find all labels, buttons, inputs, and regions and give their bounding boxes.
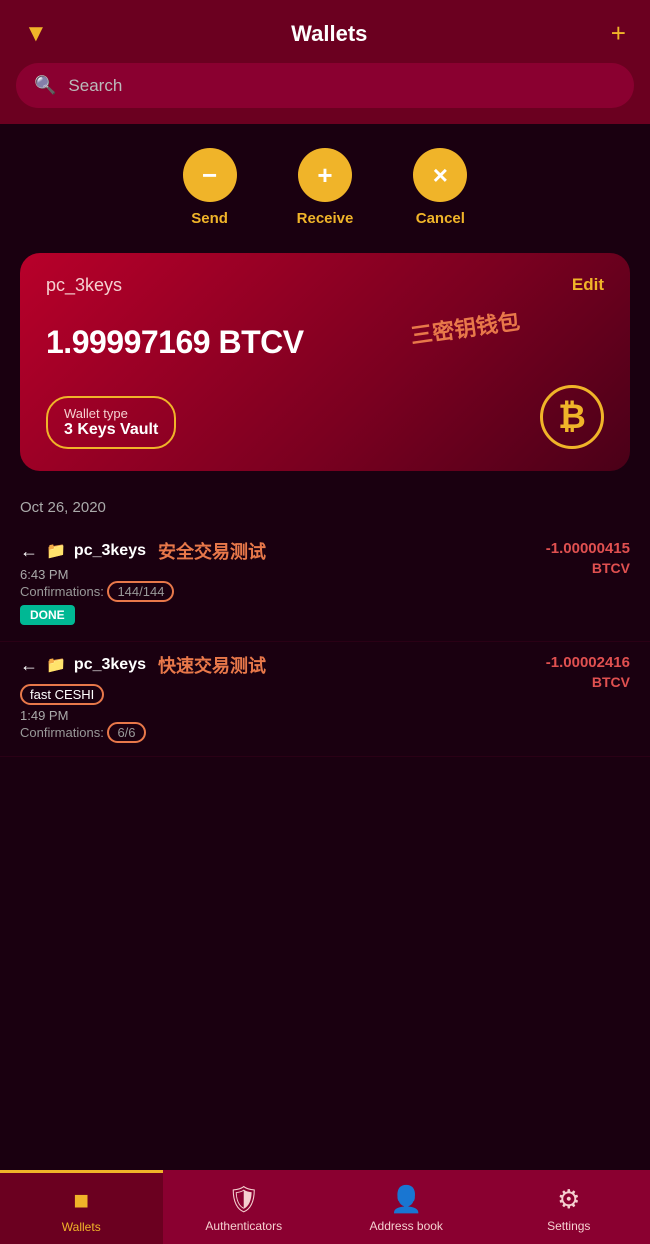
tx-name: pc_3keys: [74, 656, 146, 674]
tx-name-row: ← 📁 pc_3keys 安全交易测试: [20, 538, 266, 564]
tx-wallet-icon: 📁: [46, 541, 66, 561]
send-label: Send: [191, 210, 228, 227]
receive-label: Receive: [297, 210, 354, 227]
wallet-card-footer: Wallet type 3 Keys Vault ₿: [46, 385, 604, 449]
settings-icon: ⚙: [557, 1184, 580, 1215]
nav-item-authenticators[interactable]: 🛡 Authenticators: [163, 1170, 326, 1244]
wallet-card: pc_3keys Edit 1.99997169 BTCV Wallet typ…: [20, 253, 630, 471]
search-icon: 🔍: [34, 75, 56, 96]
wallet-balance: 1.99997169 BTCV: [46, 324, 604, 361]
tx-fast-row: fast CESHI: [20, 682, 266, 705]
add-icon[interactable]: +: [611, 18, 626, 49]
search-input-wrap: 🔍: [16, 63, 634, 108]
transaction-item[interactable]: ← 📁 pc_3keys 快速交易测试 fast CESHI 1:49 PM C…: [0, 642, 650, 757]
send-icon: −: [183, 148, 237, 202]
tx-arrow: ←: [20, 655, 38, 676]
wallet-name: pc_3keys: [46, 275, 122, 296]
tx-left: ← 📁 pc_3keys 快速交易测试 fast CESHI 1:49 PM C…: [20, 652, 266, 740]
send-button[interactable]: − Send: [183, 148, 237, 227]
tx-name-annotation: 快速交易测试: [158, 652, 266, 678]
tx-fast-label: fast CESHI: [20, 684, 104, 705]
tx-amount: -1.00000415 BTCV: [546, 538, 630, 579]
page-title: Wallets: [291, 21, 367, 47]
tx-status-badge: DONE: [20, 605, 75, 625]
filter-icon[interactable]: ▼: [24, 20, 48, 48]
nav-item-settings[interactable]: ⚙ Settings: [488, 1170, 650, 1244]
wallet-card-header: pc_3keys Edit: [46, 275, 604, 296]
search-input[interactable]: [68, 76, 616, 96]
cancel-button[interactable]: × Cancel: [413, 148, 467, 227]
nav-label-address-book: Address book: [370, 1219, 443, 1233]
receive-button[interactable]: + Receive: [297, 148, 354, 227]
cancel-icon: ×: [413, 148, 467, 202]
tx-conf-value: 6/6: [107, 722, 145, 743]
header: ▼ Wallets +: [0, 0, 650, 63]
receive-icon: +: [298, 148, 352, 202]
wallet-type-label: Wallet type: [64, 406, 158, 421]
tx-top: ← 📁 pc_3keys 快速交易测试 fast CESHI 1:49 PM C…: [20, 652, 630, 740]
wallet-type-box: Wallet type 3 Keys Vault: [46, 396, 176, 449]
wallets-icon: ■: [73, 1185, 89, 1216]
nav-item-wallets[interactable]: ■ Wallets: [0, 1170, 163, 1244]
tx-top: ← 📁 pc_3keys 安全交易测试 6:43 PM Confirmation…: [20, 538, 630, 625]
date-header: Oct 26, 2020: [0, 491, 650, 528]
tx-name-annotation: 安全交易测试: [158, 538, 266, 564]
tx-conf-value: 144/144: [107, 581, 174, 602]
authenticators-icon: 🛡: [227, 1184, 260, 1215]
address-book-icon: 👤: [390, 1184, 422, 1215]
tx-name-row: ← 📁 pc_3keys 快速交易测试: [20, 652, 266, 678]
tx-confirmations: Confirmations: 144/144: [20, 584, 266, 599]
tx-name: pc_3keys: [74, 542, 146, 560]
btc-icon: ₿: [540, 385, 604, 449]
wallet-edit-button[interactable]: Edit: [572, 275, 604, 295]
transaction-item[interactable]: ← 📁 pc_3keys 安全交易测试 6:43 PM Confirmation…: [0, 528, 650, 642]
nav-label-wallets: Wallets: [62, 1220, 101, 1234]
tx-amount: -1.00002416 BTCV: [546, 652, 630, 693]
nav-label-settings: Settings: [547, 1219, 590, 1233]
tx-confirmations: Confirmations: 6/6: [20, 725, 266, 740]
tx-wallet-icon: 📁: [46, 655, 66, 675]
search-bar: 🔍: [0, 63, 650, 124]
bottom-nav: ■ Wallets 🛡 Authenticators 👤 Address boo…: [0, 1170, 650, 1244]
tx-arrow: ←: [20, 541, 38, 562]
nav-label-authenticators: Authenticators: [205, 1219, 282, 1233]
cancel-label: Cancel: [416, 210, 465, 227]
wallet-type-value: 3 Keys Vault: [64, 421, 158, 439]
tx-left: ← 📁 pc_3keys 安全交易测试 6:43 PM Confirmation…: [20, 538, 266, 625]
tx-time: 6:43 PM: [20, 567, 266, 582]
action-row: − Send + Receive × Cancel: [0, 124, 650, 243]
tx-time: 1:49 PM: [20, 708, 266, 723]
nav-item-address-book[interactable]: 👤 Address book: [325, 1170, 488, 1244]
